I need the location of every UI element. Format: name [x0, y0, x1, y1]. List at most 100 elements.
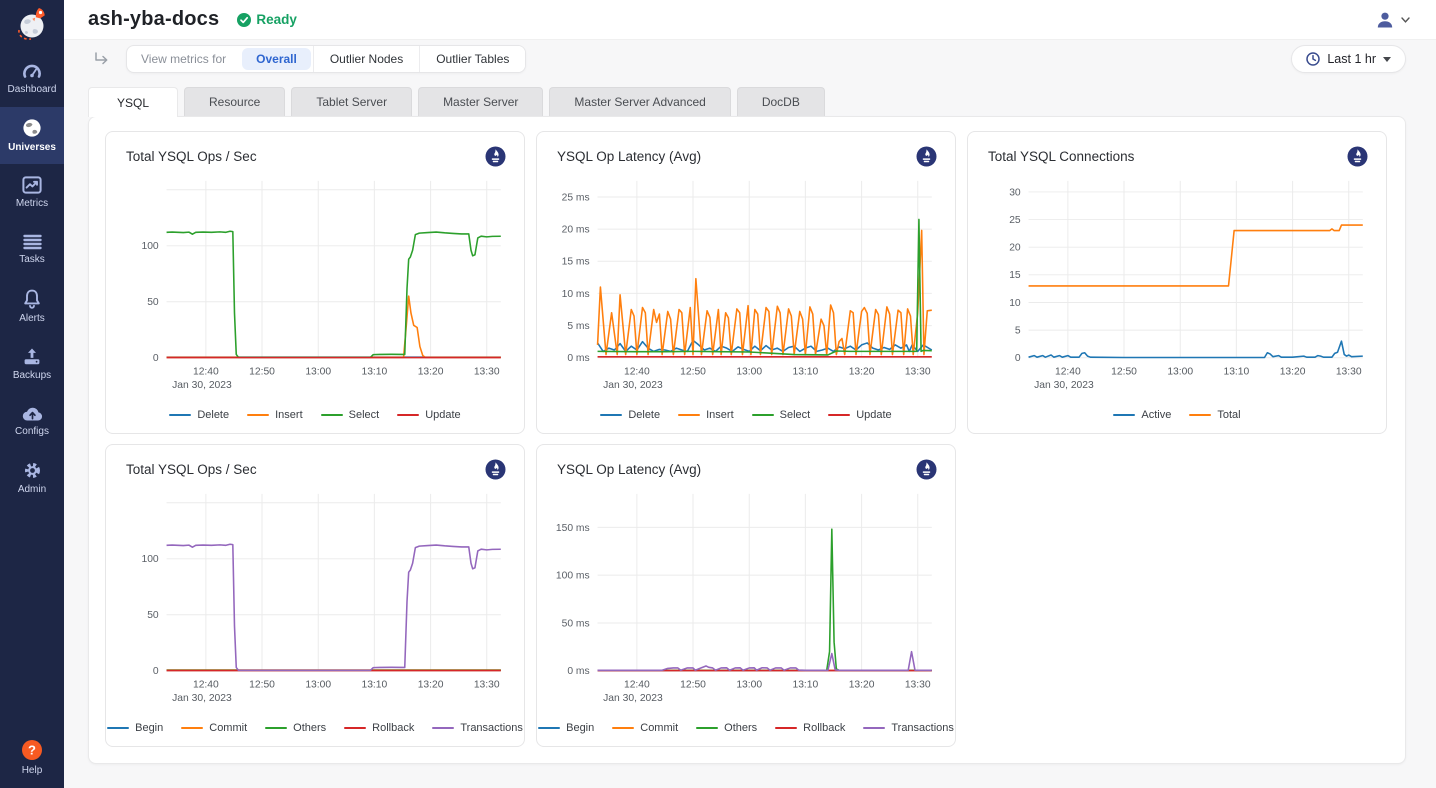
legend-item-commit[interactable]: Commit — [181, 722, 247, 734]
svg-text:Jan 30, 2023: Jan 30, 2023 — [1034, 380, 1094, 391]
legend-item-delete[interactable]: Delete — [169, 409, 229, 421]
legend-item-active[interactable]: Active — [1113, 409, 1171, 421]
tab-master-server[interactable]: Master Server — [418, 87, 543, 116]
svg-text:13:30: 13:30 — [905, 679, 931, 690]
legend-swatch — [397, 414, 419, 417]
legend-swatch — [538, 727, 560, 730]
series-insert — [598, 230, 932, 354]
legend-item-rollback[interactable]: Rollback — [344, 722, 414, 734]
sidebar-item-metrics[interactable]: Metrics — [0, 164, 64, 221]
legend-item-begin[interactable]: Begin — [538, 722, 594, 734]
chart-header: Total YSQL Connections — [980, 144, 1374, 171]
return-arrow-icon — [94, 52, 110, 66]
series-transactions — [167, 544, 501, 670]
chart-plot-area[interactable]: 0 ms5 ms10 ms15 ms20 ms25 ms12:4012:5013… — [549, 171, 943, 403]
prometheus-icon[interactable] — [916, 459, 937, 480]
legend-label: Insert — [706, 409, 734, 421]
svg-text:13:10: 13:10 — [792, 366, 818, 377]
legend-swatch — [696, 727, 718, 730]
legend-item-others[interactable]: Others — [265, 722, 326, 734]
legend-swatch — [265, 727, 287, 730]
legend-item-insert[interactable]: Insert — [247, 409, 303, 421]
legend-item-insert[interactable]: Insert — [678, 409, 734, 421]
legend-label: Update — [425, 409, 460, 421]
chart-title: Total YSQL Ops / Sec — [126, 462, 257, 477]
sidebar-item-configs[interactable]: Configs — [0, 392, 64, 449]
legend-swatch — [107, 727, 129, 730]
chart-card-ysql-op-latency-avg-: YSQL Op Latency (Avg) 0 ms5 ms10 ms15 ms… — [536, 131, 956, 434]
legend-swatch — [828, 414, 850, 417]
legend-item-rollback[interactable]: Rollback — [775, 722, 845, 734]
chart-plot-area[interactable]: 05010012:4012:5013:0013:1013:2013:30Jan … — [118, 171, 512, 403]
scope-tab-outlier-nodes[interactable]: Outlier Nodes — [313, 46, 419, 72]
svg-text:12:50: 12:50 — [249, 679, 275, 690]
tab-tablet-server[interactable]: Tablet Server — [291, 87, 412, 116]
svg-text:0 ms: 0 ms — [567, 353, 589, 364]
sidebar-item-help[interactable]: ? Help — [0, 726, 64, 788]
sidebar-item-admin[interactable]: Admin — [0, 449, 64, 506]
sidebar-item-label: Alerts — [19, 313, 45, 324]
svg-text:13:10: 13:10 — [792, 679, 818, 690]
sidebar-item-tasks[interactable]: Tasks — [0, 221, 64, 278]
svg-text:0 ms: 0 ms — [567, 666, 589, 677]
legend-item-delete[interactable]: Delete — [600, 409, 660, 421]
legend-item-select[interactable]: Select — [752, 409, 811, 421]
chart-card-ysql-op-latency-avg-: YSQL Op Latency (Avg) 0 ms50 ms100 ms150… — [536, 444, 956, 747]
prometheus-icon[interactable] — [485, 146, 506, 167]
legend-item-commit[interactable]: Commit — [612, 722, 678, 734]
sidebar-item-backups[interactable]: Backups — [0, 335, 64, 392]
legend-label: Transactions — [460, 722, 523, 734]
legend-label: Total — [1217, 409, 1240, 421]
legend-item-select[interactable]: Select — [321, 409, 380, 421]
legend-label: Rollback — [803, 722, 845, 734]
legend-item-transactions[interactable]: Transactions — [863, 722, 954, 734]
dashboard-icon — [22, 62, 42, 80]
sidebar-item-alerts[interactable]: Alerts — [0, 278, 64, 335]
sidebar-item-dashboard[interactable]: Dashboard — [0, 50, 64, 107]
svg-text:0: 0 — [153, 666, 159, 677]
user-icon — [1375, 10, 1395, 30]
svg-text:15: 15 — [1009, 270, 1021, 281]
chart-card-total-ysql-ops-sec: Total YSQL Ops / Sec 05010012:4012:5013:… — [105, 444, 525, 747]
legend-swatch — [775, 727, 797, 730]
svg-text:15 ms: 15 ms — [562, 257, 590, 268]
legend-item-others[interactable]: Others — [696, 722, 757, 734]
yugabyte-logo-icon[interactable] — [0, 0, 64, 50]
chart-plot-area[interactable]: 0 ms50 ms100 ms150 ms12:4012:5013:0013:1… — [549, 484, 943, 716]
charts-grid: Total YSQL Ops / Sec 05010012:4012:5013:… — [105, 131, 1389, 747]
scope-tab-outlier-tables[interactable]: Outlier Tables — [419, 46, 525, 72]
legend-item-update[interactable]: Update — [828, 409, 891, 421]
scope-buttons: OverallOutlier NodesOutlier Tables — [240, 46, 525, 72]
chart-legend: BeginCommitOthersRollbackTransactions — [118, 716, 512, 740]
legend-item-update[interactable]: Update — [397, 409, 460, 421]
user-menu-button[interactable] — [1375, 10, 1410, 30]
chevron-down-icon — [1401, 17, 1410, 23]
series-total — [1029, 225, 1363, 286]
tab-docdb[interactable]: DocDB — [737, 87, 825, 116]
sidebar-item-label: Configs — [15, 426, 49, 437]
configs-icon — [22, 405, 43, 422]
legend-item-total[interactable]: Total — [1189, 409, 1240, 421]
legend-item-transactions[interactable]: Transactions — [432, 722, 523, 734]
tab-resource[interactable]: Resource — [184, 87, 285, 116]
sidebar-item-label: Backups — [13, 370, 51, 381]
time-range-dropdown[interactable]: Last 1 hr — [1291, 45, 1406, 73]
svg-text:13:20: 13:20 — [849, 679, 875, 690]
tab-ysql[interactable]: YSQL — [88, 87, 178, 117]
chart-plot-area[interactable]: 05010012:4012:5013:0013:1013:2013:30Jan … — [118, 484, 512, 716]
chart-card-total-ysql-ops-sec: Total YSQL Ops / Sec 05010012:4012:5013:… — [105, 131, 525, 434]
prometheus-icon[interactable] — [916, 146, 937, 167]
prometheus-icon[interactable] — [485, 459, 506, 480]
scope-tab-overall[interactable]: Overall — [242, 48, 311, 70]
sidebar-item-universes[interactable]: Universes — [0, 107, 64, 164]
sidebar-item-label: Admin — [18, 484, 46, 495]
svg-text:13:00: 13:00 — [1167, 366, 1193, 377]
chart-plot-area[interactable]: 05101520253012:4012:5013:0013:1013:2013:… — [980, 171, 1374, 403]
series-select — [598, 219, 932, 354]
prometheus-icon[interactable] — [1347, 146, 1368, 167]
chart-title: YSQL Op Latency (Avg) — [557, 149, 701, 164]
legend-swatch — [321, 414, 343, 417]
tab-master-server-advanced[interactable]: Master Server Advanced — [549, 87, 730, 116]
legend-label: Transactions — [891, 722, 954, 734]
legend-item-begin[interactable]: Begin — [107, 722, 163, 734]
